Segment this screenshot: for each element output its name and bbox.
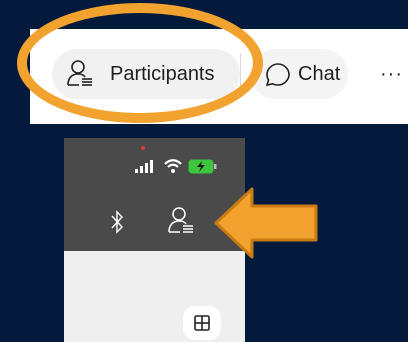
screenshot: { "toolbar": { "participants_label": "Pa…	[0, 0, 408, 342]
recording-dot	[141, 146, 145, 150]
highlight-ellipse	[17, 3, 263, 123]
participants-icon-phone[interactable]	[167, 206, 195, 241]
more-icon: ···	[380, 63, 403, 85]
more-button[interactable]: ···	[370, 49, 408, 99]
chat-button[interactable]: Chat	[250, 49, 348, 99]
grid-view-button[interactable]	[183, 306, 221, 340]
wifi-icon	[164, 159, 182, 179]
signal-icon	[134, 160, 154, 179]
chat-label: Chat	[298, 63, 341, 85]
chat-icon	[264, 61, 292, 94]
grid-icon	[194, 315, 210, 336]
arrow-icon	[212, 186, 320, 265]
bluetooth-icon	[110, 209, 124, 240]
battery-icon	[188, 159, 218, 179]
